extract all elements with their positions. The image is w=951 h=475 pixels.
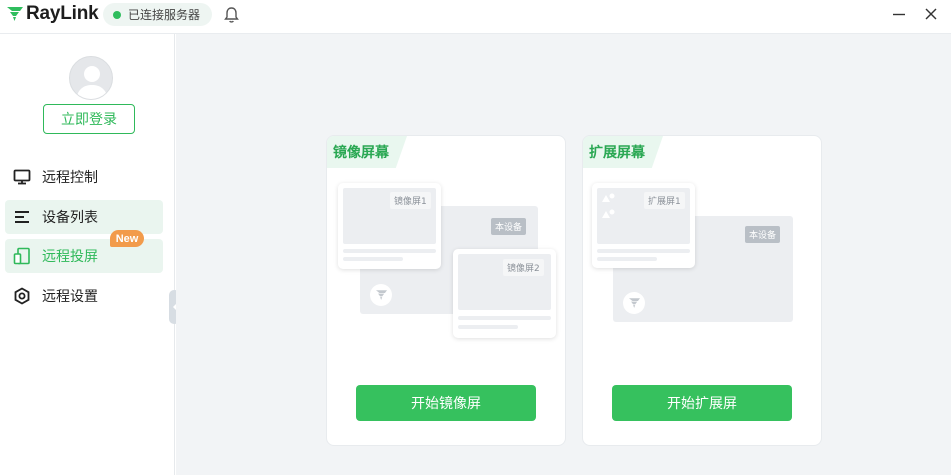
sidebar-item-label: 远程控制 (42, 170, 98, 186)
start-extend-button[interactable]: 开始扩展屏 (612, 385, 792, 421)
connection-status: 已连接服务器 (103, 3, 213, 26)
user-avatar-icon (76, 66, 108, 99)
close-icon[interactable] (923, 6, 939, 22)
mirror-screen-card: 镜像屏幕 本设备 镜像屏1 镜像屏2 开始镜像屏 (326, 135, 566, 446)
monitor-icon (12, 167, 32, 187)
raylink-mini-logo-icon (370, 284, 392, 306)
list-icon (12, 207, 32, 227)
this-device-label: 本设备 (491, 218, 527, 235)
sidebar-item-remote-control[interactable]: 远程控制 (5, 160, 163, 194)
sidebar: 立即登录 远程控制 设备列表 远程投屏 New 远程设置 (0, 34, 180, 475)
sidebar-item-remote-settings[interactable]: 远程设置 (5, 279, 163, 313)
status-dot-icon (113, 11, 121, 19)
login-button[interactable]: 立即登录 (43, 104, 135, 134)
main-content: 镜像屏幕 本设备 镜像屏1 镜像屏2 开始镜像屏 扩展屏幕 本设备 扩展屏1 开… (176, 34, 951, 475)
cast-screen-icon (12, 246, 32, 266)
this-device-label: 本设备 (745, 226, 781, 243)
image-shapes-icon (602, 193, 615, 218)
avatar[interactable] (69, 56, 113, 100)
bell-icon[interactable] (223, 6, 240, 24)
sidebar-item-label: 远程投屏 (42, 249, 98, 265)
settings-hex-icon (12, 286, 32, 306)
new-badge: New (110, 230, 144, 247)
sidebar-item-device-list[interactable]: 设备列表 (5, 200, 163, 234)
minimize-icon[interactable] (891, 6, 907, 22)
title-bar: RayLink 已连接服务器 (0, 0, 951, 34)
extend-screen-card: 扩展屏幕 本设备 扩展屏1 开始扩展屏 (582, 135, 822, 446)
extend-window-1-label: 扩展屏1 (644, 192, 685, 209)
raylink-logo-icon (7, 7, 23, 21)
sidebar-item-label: 设备列表 (42, 210, 98, 226)
app-name: RayLink (26, 3, 99, 24)
app-logo: RayLink (7, 3, 99, 24)
connection-status-text: 已连接服务器 (128, 8, 201, 22)
mirror-window-1-label: 镜像屏1 (390, 192, 431, 209)
sidebar-item-label: 远程设置 (42, 289, 98, 305)
mirror-screen-tag: 镜像屏幕 (327, 136, 407, 168)
raylink-mini-logo-icon (623, 292, 645, 314)
start-mirror-button[interactable]: 开始镜像屏 (356, 385, 536, 421)
mirror-window-2-label: 镜像屏2 (503, 259, 544, 276)
extend-screen-tag: 扩展屏幕 (583, 136, 663, 168)
